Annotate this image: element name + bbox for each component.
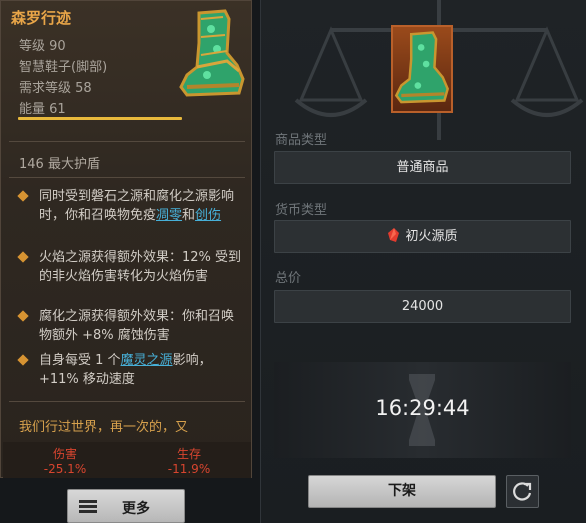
item-slot[interactable] — [391, 25, 453, 113]
remaining-time: 16:29:44 — [375, 396, 470, 420]
keyword-link-withering[interactable]: 凋零 — [156, 208, 182, 223]
item-name: 森罗行迹 — [11, 9, 72, 27]
item-type: 智慧鞋子(脚部) — [19, 60, 108, 75]
currency-type-label: 货币类型 — [275, 203, 328, 218]
item-energy: 能量 61 — [19, 102, 66, 117]
item-grade: 等级 90 — [19, 39, 66, 54]
timer-box: 16:29:44 — [274, 362, 571, 458]
delist-button[interactable]: 下架 — [308, 475, 496, 508]
currency-type-field: 初火源质 — [274, 220, 571, 253]
total-price-label: 总价 — [275, 271, 302, 286]
currency-value: 初火源质 — [405, 229, 458, 244]
stat-damage-value: -25.1% — [43, 462, 87, 476]
separator — [9, 177, 245, 178]
item-armor: 146 最大护盾 — [19, 157, 100, 172]
item-type-field: 普通商品 — [274, 151, 571, 184]
red-crystal-icon — [388, 228, 400, 242]
separator — [9, 401, 245, 402]
affix-text: 火焰之源获得额外效果：12% 受到的非火焰伤害转化为火焰伤害 — [39, 250, 242, 284]
item-type-label: 商品类型 — [275, 133, 328, 148]
stat-survive: 生存 -11.9% — [127, 442, 251, 478]
more-button-label: 更多 — [122, 501, 150, 517]
total-price-field: 24000 — [274, 290, 571, 323]
affix-text: 腐化之源获得额外效果：你和召唤物额外 +8% 腐蚀伤害 — [39, 309, 235, 343]
separator — [9, 141, 245, 142]
affix-text: 和 — [182, 208, 196, 223]
affix-4: 自身每受 1 个魔灵之源影响，+11% 移动速度 — [17, 351, 245, 389]
stat-survive-label: 生存 — [176, 447, 201, 461]
keyword-link-spirit[interactable]: 魔灵之源 — [121, 353, 173, 368]
boot-icon — [179, 9, 245, 97]
affix-3: 腐化之源获得额外效果：你和召唤物额外 +8% 腐蚀伤害 — [17, 307, 245, 345]
more-button[interactable]: 更多 — [67, 489, 185, 523]
listing-panel: 商品类型 普通商品 货币类型 初火源质 总价 24000 16:29:44 下架 — [260, 0, 586, 523]
flavor-text: 我们行过世界，再一次的，又 — [19, 420, 189, 435]
item-req-level: 需求等级 58 — [19, 81, 92, 96]
boot-icon — [394, 31, 450, 104]
keyword-link-trauma[interactable]: 创伤 — [195, 208, 221, 223]
refresh-icon — [513, 482, 532, 501]
item-tooltip: 森罗行迹 等级 90 智慧鞋子(脚部) 需求等级 58 能量 61 146 最大… — [0, 0, 252, 478]
affix-text: 自身每受 1 个 — [39, 353, 121, 368]
affix-1: 同时受到磐石之源和腐化之源影响时，你和召唤物免疫凋零和创伤 — [17, 187, 245, 225]
affix-2: 火焰之源获得额外效果：12% 受到的非火焰伤害转化为火焰伤害 — [17, 248, 245, 286]
refresh-button[interactable] — [506, 475, 539, 508]
menu-icon — [79, 500, 97, 514]
stat-damage: 伤害 -25.1% — [3, 442, 127, 478]
stat-survive-value: -11.9% — [167, 462, 211, 476]
stat-damage-label: 伤害 — [52, 447, 77, 461]
energy-bar — [18, 117, 182, 120]
